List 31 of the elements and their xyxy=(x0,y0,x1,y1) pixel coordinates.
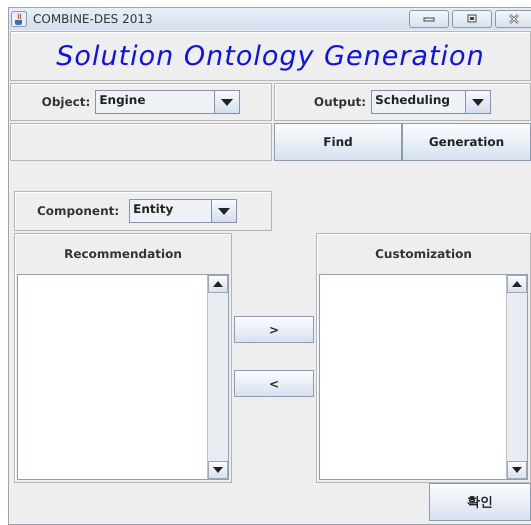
minimize-icon xyxy=(422,15,436,23)
output-label: Output: xyxy=(314,95,366,109)
recommendation-title: Recommendation xyxy=(64,247,182,261)
component-dropdown[interactable]: Entity xyxy=(129,199,238,223)
add-button[interactable]: > xyxy=(234,316,314,343)
scroll-up-icon xyxy=(512,281,522,287)
dropdown-arrow-icon xyxy=(472,98,484,106)
maximize-button[interactable] xyxy=(452,10,492,28)
scroll-down-icon xyxy=(213,467,223,473)
remove-button[interactable]: < xyxy=(234,370,314,397)
heading: Solution Ontology Generation xyxy=(56,40,485,72)
close-button[interactable] xyxy=(495,10,531,28)
maximize-icon xyxy=(465,14,479,24)
customization-title: Customization xyxy=(375,247,472,261)
generation-button[interactable]: Generation xyxy=(402,123,531,161)
coffee-cup-icon xyxy=(11,11,27,27)
dropdown-arrow-icon xyxy=(218,208,230,214)
component-label: Component: xyxy=(37,204,120,218)
object-label: Object: xyxy=(42,95,90,109)
dropdown-arrow-icon xyxy=(221,98,234,106)
scrollbar[interactable] xyxy=(207,275,228,479)
find-button[interactable]: Find xyxy=(274,123,402,161)
minimize-button[interactable] xyxy=(409,10,449,28)
scroll-up-icon xyxy=(213,281,223,287)
output-dropdown[interactable]: Scheduling xyxy=(371,90,492,114)
scroll-down-icon xyxy=(512,467,522,473)
close-icon xyxy=(506,14,520,24)
window-title: COMBINE-DES 2013 xyxy=(33,12,154,26)
confirm-button[interactable]: 확인 xyxy=(429,483,531,521)
object-dropdown[interactable]: Engine xyxy=(95,90,240,114)
scrollbar[interactable] xyxy=(506,275,527,479)
